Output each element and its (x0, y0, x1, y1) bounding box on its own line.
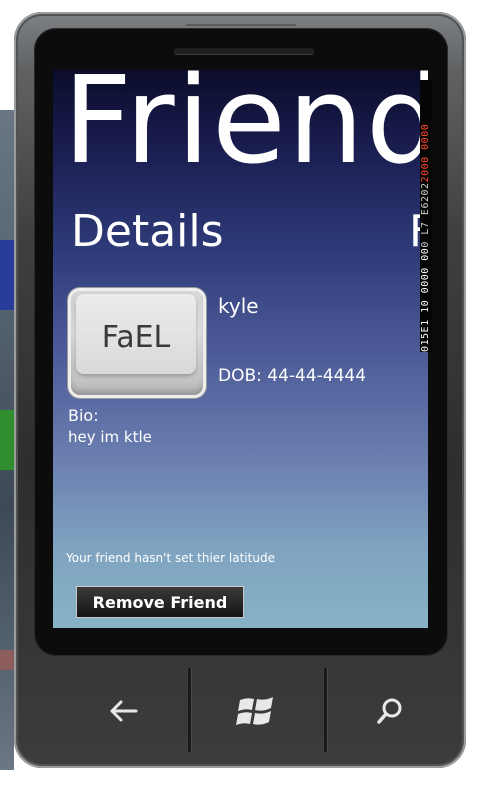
desktop-background-strip (0, 110, 14, 770)
pivot-header-details[interactable]: Details (71, 210, 224, 254)
desktop-strip-segment (0, 410, 14, 470)
page-title: Friend (63, 70, 428, 191)
windows-start-icon (236, 697, 273, 725)
phone-screen: Friend Details F FaEL kyle DOB: 44-44-44… (53, 70, 428, 628)
frame-rate-counter: 015E1 10 0000 000 L7 E62022000 0000 (420, 80, 432, 352)
frame-rate-counter-text: 015E1 10 0000 000 L7 E62022000 0000 (420, 80, 432, 352)
bio-text: hey im ktle (68, 428, 152, 446)
counter-segment: 0 L7 E6202 (420, 182, 431, 248)
search-icon (377, 698, 402, 724)
latitude-status: Your friend hasn't set thier latitude (66, 551, 275, 565)
avatar: FaEL (68, 288, 206, 398)
back-button[interactable] (94, 688, 154, 734)
phone-top-notch (186, 24, 296, 26)
hardware-key-divider (324, 668, 327, 752)
search-button[interactable] (360, 688, 420, 734)
friend-name: kyle (218, 294, 259, 318)
friend-dob: DOB: 44-44-4444 (218, 366, 367, 386)
counter-segment: 015E1 10 0000 00 (420, 247, 431, 352)
start-button[interactable] (226, 688, 286, 734)
remove-friend-button[interactable]: Remove Friend (76, 586, 244, 618)
avatar-text: FaEL (101, 320, 171, 355)
hardware-key-divider (188, 668, 191, 752)
counter-segment: 2000 0000 (420, 123, 431, 183)
back-icon (110, 700, 138, 722)
desktop-strip-segment (0, 240, 14, 310)
desktop-strip-segment (0, 650, 14, 670)
emulator-window: Friend Details F FaEL kyle DOB: 44-44-44… (0, 0, 480, 800)
earpiece-speaker (174, 48, 314, 54)
bio-label: Bio: (68, 406, 99, 425)
avatar-key-cap: FaEL (76, 294, 196, 374)
